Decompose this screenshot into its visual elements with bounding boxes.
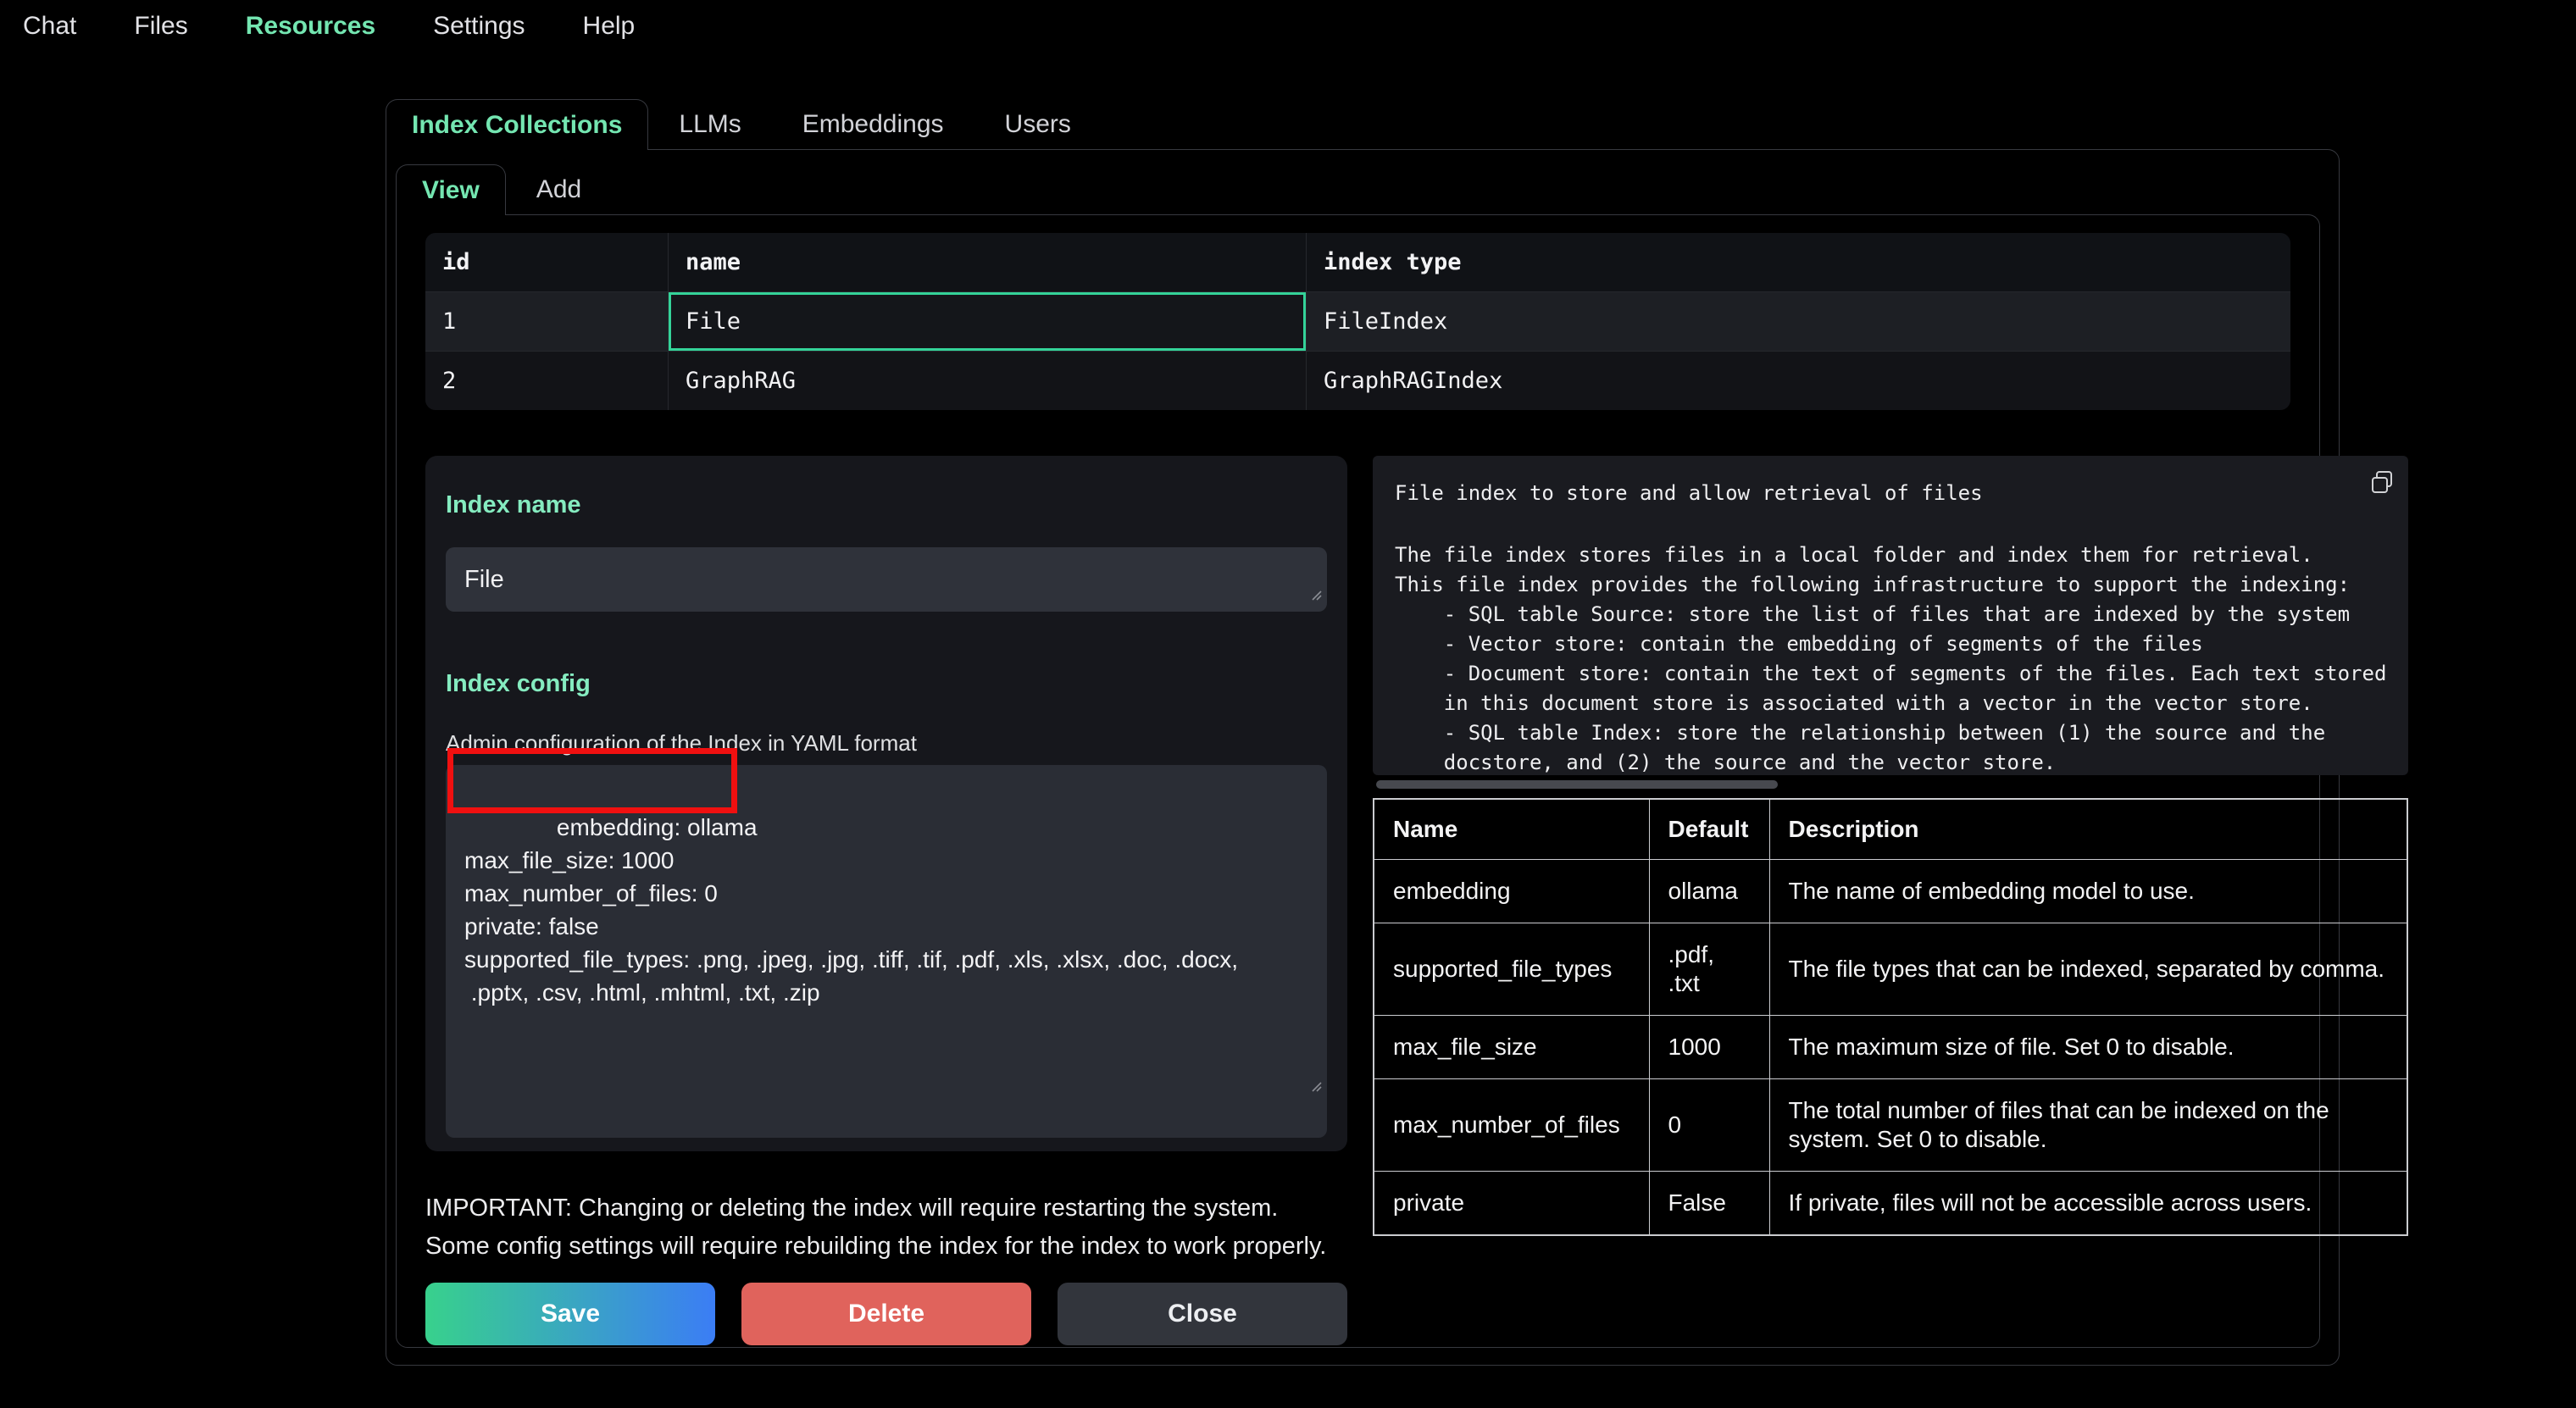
params-header-default: Default: [1649, 799, 1769, 860]
column-header-id: id: [425, 233, 669, 291]
subtab-view[interactable]: View: [396, 164, 506, 215]
param-default: 1000: [1649, 1016, 1769, 1079]
nav-item-help[interactable]: Help: [583, 12, 636, 41]
param-default: .pdf, .txt: [1649, 923, 1769, 1016]
params-header-description: Description: [1769, 799, 2407, 860]
param-description: The file types that can be indexed, sepa…: [1769, 923, 2407, 1016]
param-description: If private, files will not be accessible…: [1769, 1172, 2407, 1236]
copy-button[interactable]: [2368, 468, 2396, 498]
index-info-column: File index to store and allow retrieval …: [1373, 456, 2408, 1345]
scrollbar-thumb[interactable]: [1376, 780, 1778, 789]
param-description: The total number of files that can be in…: [1769, 1079, 2407, 1172]
cell-id[interactable]: 1: [425, 291, 669, 351]
config-params-table: Name Default Description embedding ollam…: [1373, 798, 2408, 1236]
param-name: embedding: [1374, 860, 1649, 923]
view-tab-panel: id name index type 1 File FileIndex 2 Gr…: [396, 214, 2320, 1348]
index-name-value: File: [464, 566, 504, 594]
index-name-input[interactable]: File: [446, 547, 1327, 612]
save-button[interactable]: Save: [425, 1283, 715, 1345]
top-nav: Chat Files Resources Settings Help: [0, 0, 2576, 53]
column-header-name: name: [669, 233, 1307, 291]
params-header-name: Name: [1374, 799, 1649, 860]
param-default: 0: [1649, 1079, 1769, 1172]
index-description-title: File index to store and allow retrieval …: [1395, 481, 2386, 505]
index-collections-tab-panel: View Add id name index type 1 File FileI…: [386, 149, 2340, 1366]
table-row[interactable]: 1 File FileIndex: [425, 291, 2290, 351]
copy-icon: [2368, 485, 2396, 498]
view-add-tabs: View Add: [396, 164, 2320, 215]
important-note: IMPORTANT: Changing or deleting the inde…: [425, 1189, 1347, 1266]
tab-llms[interactable]: LLMs: [648, 99, 771, 149]
param-default: False: [1649, 1172, 1769, 1236]
tab-index-collections[interactable]: Index Collections: [386, 99, 648, 150]
index-config-help: Admin configuration of the Index in YAML…: [446, 730, 1327, 757]
nav-item-chat[interactable]: Chat: [23, 12, 76, 41]
table-row[interactable]: 2 GraphRAG GraphRAGIndex: [425, 351, 2290, 410]
cell-index-type[interactable]: FileIndex: [1307, 291, 2290, 351]
resources-tabs: Index Collections LLMs Embeddings Users: [386, 99, 2340, 150]
params-row: supported_file_types .pdf, .txt The file…: [1374, 923, 2407, 1016]
index-description-body: The file index stores files in a local f…: [1395, 540, 2386, 775]
param-description: The maximum size of file. Set 0 to disab…: [1769, 1016, 2407, 1079]
cell-name-selected[interactable]: File: [669, 291, 1307, 351]
cell-name[interactable]: GraphRAG: [669, 351, 1307, 410]
params-row: private False If private, files will not…: [1374, 1172, 2407, 1236]
column-header-index-type: index type: [1307, 233, 2290, 291]
delete-button[interactable]: Delete: [741, 1283, 1031, 1345]
index-description-panel: File index to store and allow retrieval …: [1373, 456, 2408, 775]
resources-panel: Index Collections LLMs Embeddings Users …: [386, 99, 2340, 1366]
param-name: private: [1374, 1172, 1649, 1236]
subtab-add[interactable]: Add: [506, 164, 612, 214]
index-config-value: embedding: ollama max_file_size: 1000 ma…: [464, 814, 1238, 1006]
tab-embeddings[interactable]: Embeddings: [772, 99, 974, 149]
param-default: ollama: [1649, 860, 1769, 923]
nav-item-files[interactable]: Files: [134, 12, 187, 41]
table-header-row: id name index type: [425, 233, 2290, 291]
cell-index-type[interactable]: GraphRAGIndex: [1307, 351, 2290, 410]
params-row: max_number_of_files 0 The total number o…: [1374, 1079, 2407, 1172]
tab-users[interactable]: Users: [974, 99, 1102, 149]
index-form-panel: Index name File Index config Admin confi…: [425, 456, 1347, 1151]
resize-handle-icon[interactable]: [1308, 579, 1322, 607]
index-collections-table: id name index type 1 File FileIndex 2 Gr…: [425, 233, 2290, 410]
nav-item-settings[interactable]: Settings: [433, 12, 525, 41]
param-name: supported_file_types: [1374, 923, 1649, 1016]
param-name: max_file_size: [1374, 1016, 1649, 1079]
params-row: max_file_size 1000 The maximum size of f…: [1374, 1016, 2407, 1079]
param-name: max_number_of_files: [1374, 1079, 1649, 1172]
params-row: embedding ollama The name of embedding m…: [1374, 860, 2407, 923]
resize-handle-icon[interactable]: [1203, 1034, 1322, 1134]
horizontal-scrollbar: [1373, 780, 2408, 789]
cell-id[interactable]: 2: [425, 351, 669, 410]
nav-item-resources[interactable]: Resources: [246, 12, 375, 41]
params-header-row: Name Default Description: [1374, 799, 2407, 860]
param-description: The name of embedding model to use.: [1769, 860, 2407, 923]
action-buttons: Save Delete Close: [425, 1283, 1347, 1345]
index-form-column: Index name File Index config Admin confi…: [425, 456, 1347, 1345]
index-config-textarea[interactable]: embedding: ollama max_file_size: 1000 ma…: [446, 765, 1327, 1138]
index-name-label: Index name: [446, 491, 1327, 519]
index-config-label: Index config: [446, 670, 1327, 698]
close-button[interactable]: Close: [1058, 1283, 1347, 1345]
